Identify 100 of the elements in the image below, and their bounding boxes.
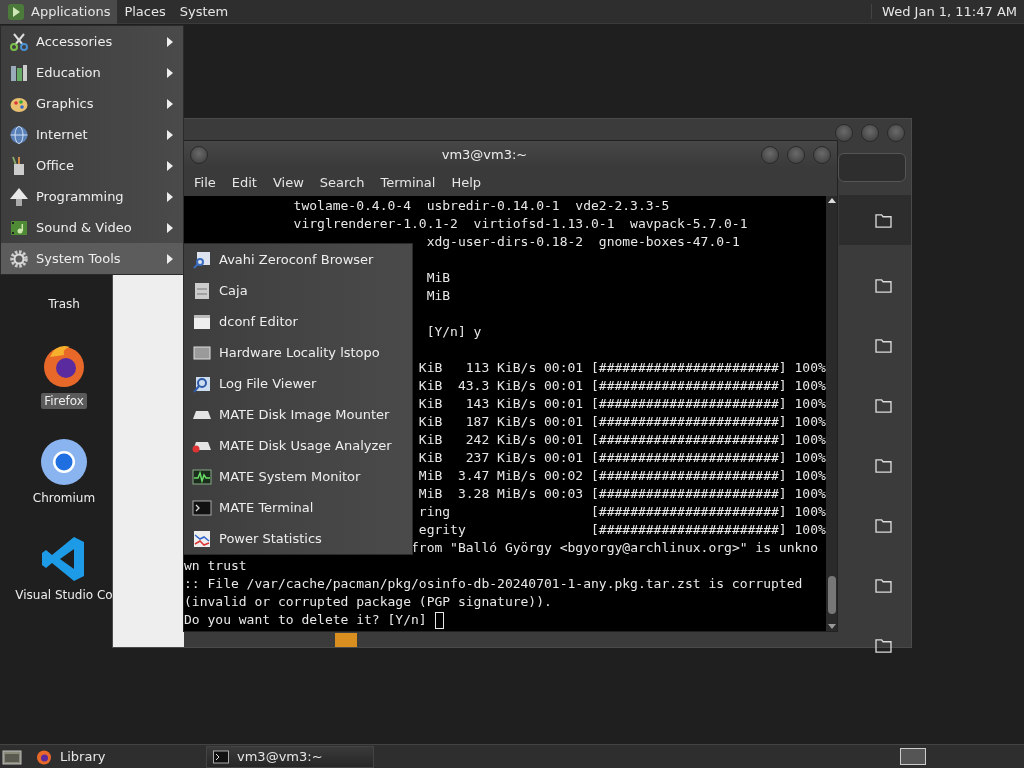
menu-item[interactable]: Graphics <box>1 88 183 119</box>
terminal-line: KiB 143 KiB/s 00:01 [#######################] 100% <box>418 395 826 413</box>
terminal-line: virglrenderer-1.0.1-2 virtiofsd-1.13.0-1 wavpack-5.7.0-1 <box>293 215 748 233</box>
workspace-switcher[interactable] <box>900 748 926 765</box>
menu-item[interactable]: Hardware Locality lstopo <box>184 337 412 368</box>
cabinet-icon <box>192 280 212 301</box>
folder-icon[interactable] <box>874 277 892 293</box>
window-control[interactable] <box>887 124 905 142</box>
terminal-line: KiB 237 KiB/s 00:01 [#######################] 100% <box>418 449 826 467</box>
taskbar-button[interactable]: Library <box>30 745 198 768</box>
terminal-icon <box>192 497 212 518</box>
browser-icon[interactable] <box>40 438 88 486</box>
menu-item[interactable]: Accessories <box>1 26 183 57</box>
menu-bar-item[interactable]: View <box>264 171 312 193</box>
submenu-arrow-icon <box>167 160 173 171</box>
menu-item[interactable]: dconf Editor <box>184 306 412 337</box>
gear-icon <box>9 248 29 269</box>
file-icon <box>335 633 357 647</box>
menu-bar-item[interactable]: Help <box>443 171 490 193</box>
menu-bar-item[interactable]: Terminal <box>372 171 444 193</box>
terminal-line: MiB <box>426 269 451 287</box>
scroll-down-icon[interactable] <box>827 624 836 629</box>
terminal-line: MiB 3.28 MiB/s 00:03 [#######################] 100% <box>418 485 826 503</box>
submenu-arrow-icon <box>167 67 173 78</box>
desktop-icon-label[interactable]: Chromium <box>29 490 99 506</box>
menu-item[interactable]: Office <box>1 150 183 181</box>
menu-item[interactable]: Internet <box>1 119 183 150</box>
terminal-line: (invalid or corrupted package (PGP signature)). <box>184 593 552 611</box>
menu-item[interactable]: Caja <box>184 275 412 306</box>
menu-item[interactable]: Education <box>1 57 183 88</box>
menu-item[interactable]: Power Statistics <box>184 523 412 554</box>
menu-item[interactable]: Avahi Zeroconf Browser <box>184 244 412 275</box>
scrollbar[interactable] <box>826 196 837 631</box>
desktop-icon-label[interactable]: Visual Studio Co <box>12 587 116 603</box>
close-button[interactable] <box>813 145 831 164</box>
terminal-line: KiB 43.3 KiB/s 00:01 [#######################] 100% <box>418 377 826 395</box>
scissors-icon <box>9 31 29 52</box>
search-field[interactable] <box>838 153 906 182</box>
folder-icon[interactable] <box>874 337 892 353</box>
terminal-line: twolame-0.4.0-4 usbredir-0.14.0-1 vde2-2.3.3-5 <box>293 197 670 215</box>
show-desktop-icon[interactable] <box>2 747 22 766</box>
terminal-line: wn trust <box>184 557 247 575</box>
window-menu-button[interactable] <box>190 145 208 164</box>
books-icon <box>9 62 29 83</box>
submenu-arrow-icon <box>167 98 173 109</box>
folder-icon[interactable] <box>874 212 892 228</box>
menu-item[interactable]: MATE System Monitor <box>184 461 412 492</box>
menu-item[interactable]: MATE Disk Image Mounter <box>184 399 412 430</box>
text-cursor <box>434 611 444 629</box>
window-control[interactable] <box>835 124 853 142</box>
menu-bar-item[interactable]: Edit <box>223 171 265 193</box>
terminal-line: egrity [#######################] 100% <box>418 521 826 539</box>
maximize-button[interactable] <box>787 145 805 164</box>
app-menu-icon <box>7 2 25 21</box>
folder-icon[interactable] <box>874 637 892 653</box>
folder-icon[interactable] <box>874 457 892 473</box>
panel-menu[interactable]: System <box>172 0 236 24</box>
terminal-line: KiB 187 KiB/s 00:01 [#######################] 100% <box>418 413 826 431</box>
folder-icon[interactable] <box>874 577 892 593</box>
magnifier-icon <box>192 249 212 270</box>
terminal-line: :: File /var/cache/pacman/pkg/osinfo-db-20240701-1-any.pkg.tar.zst is corrupted <box>184 575 803 593</box>
menu-bar-item[interactable]: File <box>186 171 224 193</box>
terminal-icon <box>213 748 229 765</box>
terminal-line: [Y/n] y <box>426 323 482 341</box>
menu-bar-item[interactable]: Search <box>311 171 373 193</box>
window-title: vm3@vm3:~ <box>440 147 529 162</box>
menu-item[interactable]: Programming <box>1 181 183 212</box>
terminal-line: KiB 113 KiB/s 00:01 [#######################] 100% <box>418 359 826 377</box>
terminal-line: KiB 242 KiB/s 00:01 [#######################] 100% <box>418 431 826 449</box>
submenu-arrow-icon <box>167 222 173 233</box>
clock[interactable]: Wed Jan 1, 11:47 AM <box>871 4 1024 19</box>
terminal-line: ring [#######################] 100% <box>418 503 826 521</box>
scroll-up-icon[interactable] <box>827 198 836 203</box>
submenu-arrow-icon <box>167 191 173 202</box>
desktop-icon-label[interactable]: Firefox <box>41 393 87 409</box>
browser-icon <box>36 748 52 765</box>
taskbar-button[interactable]: vm3@vm3:~ <box>206 745 374 768</box>
submenu-arrow-icon <box>167 129 173 140</box>
terminal-line: Do you want to delete it? [Y/n] <box>184 611 427 629</box>
menu-item[interactable]: Log File Viewer <box>184 368 412 399</box>
chart-icon <box>192 528 212 549</box>
menu-item[interactable]: System Tools <box>1 243 183 274</box>
graph-icon <box>192 466 212 487</box>
scroll-thumb[interactable] <box>827 576 836 614</box>
folder-icon[interactable] <box>874 397 892 413</box>
panel-menu[interactable]: Applications <box>0 0 118 24</box>
menu-item[interactable]: Sound & Video <box>1 212 183 243</box>
terminal-line: xdg-user-dirs-0.18-2 gnome-boxes-47.0-1 <box>426 233 740 251</box>
terminal-line: MiB <box>426 287 451 305</box>
folder-icon[interactable] <box>874 517 892 533</box>
submenu-arrow-icon <box>167 253 173 264</box>
globe-icon <box>9 124 29 145</box>
menu-item[interactable]: MATE Terminal <box>184 492 412 523</box>
minimize-button[interactable] <box>761 145 779 164</box>
window-control[interactable] <box>861 124 879 142</box>
desktop-icon-label[interactable]: Trash <box>45 296 83 312</box>
terminal-line: MiB 3.47 MiB/s 00:02 [#######################] 100% <box>418 467 826 485</box>
panel-menu[interactable]: Places <box>117 0 173 24</box>
terminal-line: from "Balló György <bgyorgy@archlinux.org>" is unkno <box>411 539 818 557</box>
menu-item[interactable]: MATE Disk Usage Analyzer <box>184 430 412 461</box>
